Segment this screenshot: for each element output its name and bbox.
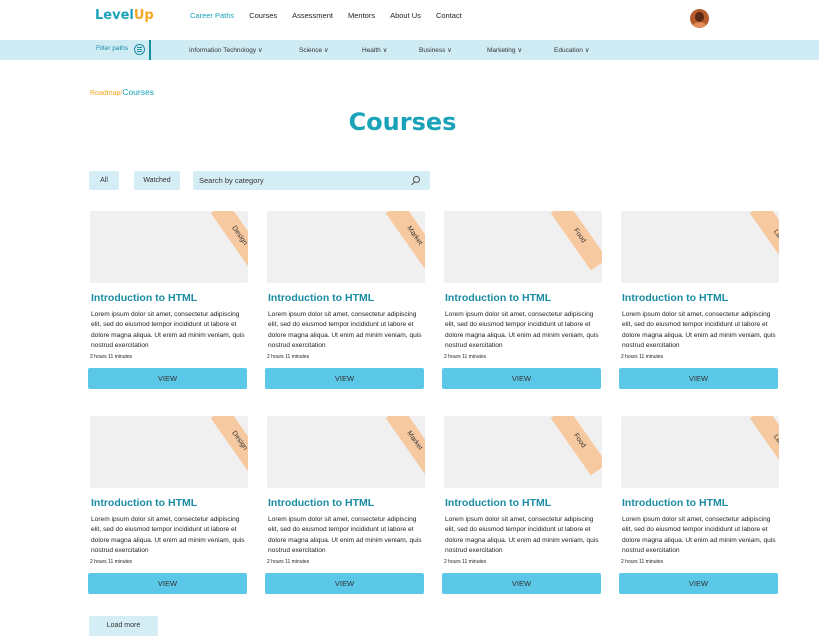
load-more-button[interactable]: Load more bbox=[89, 616, 158, 636]
course-tag-ribbon: Food bbox=[550, 416, 602, 476]
category-business[interactable]: Business ∨ bbox=[419, 46, 452, 54]
main-nav: Career Paths Courses Assessment Mentors … bbox=[190, 11, 477, 20]
course-description: Lorem ipsum dolor sit amet, consectetur … bbox=[622, 311, 776, 349]
category-bar: Filter paths Information Technology ∨ Sc… bbox=[0, 40, 819, 60]
course-duration: 2 hours 11 minutes bbox=[267, 559, 310, 565]
filter-all-button[interactable]: All bbox=[89, 171, 119, 190]
course-thumbnail[interactable]: Market bbox=[267, 211, 425, 283]
course-duration: 2 hours 11 minutes bbox=[621, 354, 664, 360]
breadcrumb-courses: Courses bbox=[122, 87, 154, 97]
course-title[interactable]: Introduction to HTML bbox=[445, 497, 551, 509]
course-duration: 2 hours 11 minutes bbox=[90, 354, 133, 360]
course-duration: 2 hours 11 minutes bbox=[267, 354, 310, 360]
course-description: Lorem ipsum dolor sit amet, consectetur … bbox=[445, 516, 599, 554]
course-title[interactable]: Introduction to HTML bbox=[268, 497, 374, 509]
course-tag-ribbon: Law bbox=[749, 416, 779, 476]
category-information-technology[interactable]: Information Technology ∨ bbox=[189, 46, 263, 54]
logo[interactable]: LevelUp bbox=[95, 8, 154, 23]
search-input[interactable] bbox=[199, 174, 404, 187]
view-course-button[interactable]: VIEW bbox=[88, 573, 247, 594]
view-course-button[interactable]: VIEW bbox=[619, 368, 778, 389]
course-tag-ribbon: Market bbox=[385, 416, 425, 476]
logo-text-up: Up bbox=[133, 8, 154, 23]
filter-paths-label: Filter paths bbox=[96, 45, 129, 52]
nav-contact[interactable]: Contact bbox=[436, 11, 462, 20]
course-thumbnail[interactable]: Law bbox=[621, 211, 779, 283]
filter-watched-button[interactable]: Watched bbox=[134, 171, 180, 190]
course-description: Lorem ipsum dolor sit amet, consectetur … bbox=[268, 311, 422, 349]
course-title[interactable]: Introduction to HTML bbox=[622, 497, 728, 509]
course-thumbnail[interactable]: Design bbox=[90, 416, 248, 488]
category-science[interactable]: Science ∨ bbox=[299, 46, 329, 54]
nav-about-us[interactable]: About Us bbox=[390, 11, 421, 20]
nav-assessment[interactable]: Assessment bbox=[292, 11, 333, 20]
course-title[interactable]: Introduction to HTML bbox=[445, 292, 551, 304]
view-course-button[interactable]: VIEW bbox=[619, 573, 778, 594]
course-description: Lorem ipsum dolor sit amet, consectetur … bbox=[622, 516, 776, 554]
course-description: Lorem ipsum dolor sit amet, consectetur … bbox=[445, 311, 599, 349]
course-title[interactable]: Introduction to HTML bbox=[268, 292, 374, 304]
course-thumbnail[interactable]: Law bbox=[621, 416, 779, 488]
course-tag-ribbon: Design bbox=[210, 211, 248, 271]
search-box bbox=[193, 171, 430, 190]
course-tag-ribbon: Law bbox=[749, 211, 779, 271]
course-thumbnail[interactable]: Food bbox=[444, 211, 602, 283]
nav-courses[interactable]: Courses bbox=[249, 11, 277, 20]
breadcrumb: Roadmap/Courses bbox=[90, 87, 154, 97]
category-education[interactable]: Education ∨ bbox=[554, 46, 589, 54]
course-tag-ribbon: Design bbox=[210, 416, 248, 476]
course-thumbnail[interactable]: Market bbox=[267, 416, 425, 488]
course-title[interactable]: Introduction to HTML bbox=[91, 292, 197, 304]
filter-icon bbox=[134, 44, 145, 55]
user-avatar[interactable] bbox=[690, 9, 709, 28]
view-course-button[interactable]: VIEW bbox=[265, 573, 424, 594]
nav-mentors[interactable]: Mentors bbox=[348, 11, 375, 20]
view-course-button[interactable]: VIEW bbox=[265, 368, 424, 389]
page-title: Courses bbox=[348, 108, 457, 136]
course-tag-ribbon: Food bbox=[550, 211, 602, 271]
view-course-button[interactable]: VIEW bbox=[88, 368, 247, 389]
breadcrumb-roadmap[interactable]: Roadmap bbox=[90, 90, 120, 97]
course-thumbnail[interactable]: Food bbox=[444, 416, 602, 488]
course-tag-ribbon: Market bbox=[385, 211, 425, 271]
view-course-button[interactable]: VIEW bbox=[442, 573, 601, 594]
course-duration: 2 hours 11 minutes bbox=[444, 559, 487, 565]
course-duration: 2 hours 11 minutes bbox=[621, 559, 664, 565]
search-icon[interactable] bbox=[413, 176, 420, 183]
category-marketing[interactable]: Marketing ∨ bbox=[487, 46, 522, 54]
course-duration: 2 hours 11 minutes bbox=[444, 354, 487, 360]
course-thumbnail[interactable]: Design bbox=[90, 211, 248, 283]
nav-career-paths[interactable]: Career Paths bbox=[190, 11, 234, 20]
top-header: LevelUp Career Paths Courses Assessment … bbox=[0, 0, 819, 40]
course-description: Lorem ipsum dolor sit amet, consectetur … bbox=[91, 516, 245, 554]
course-description: Lorem ipsum dolor sit amet, consectetur … bbox=[268, 516, 422, 554]
course-duration: 2 hours 11 minutes bbox=[90, 559, 133, 565]
category-health[interactable]: Health ∨ bbox=[362, 46, 387, 54]
course-title[interactable]: Introduction to HTML bbox=[91, 497, 197, 509]
filter-paths-button[interactable]: Filter paths bbox=[91, 40, 151, 60]
view-course-button[interactable]: VIEW bbox=[442, 368, 601, 389]
course-title[interactable]: Introduction to HTML bbox=[622, 292, 728, 304]
course-description: Lorem ipsum dolor sit amet, consectetur … bbox=[91, 311, 245, 349]
logo-text-level: Level bbox=[95, 8, 134, 23]
